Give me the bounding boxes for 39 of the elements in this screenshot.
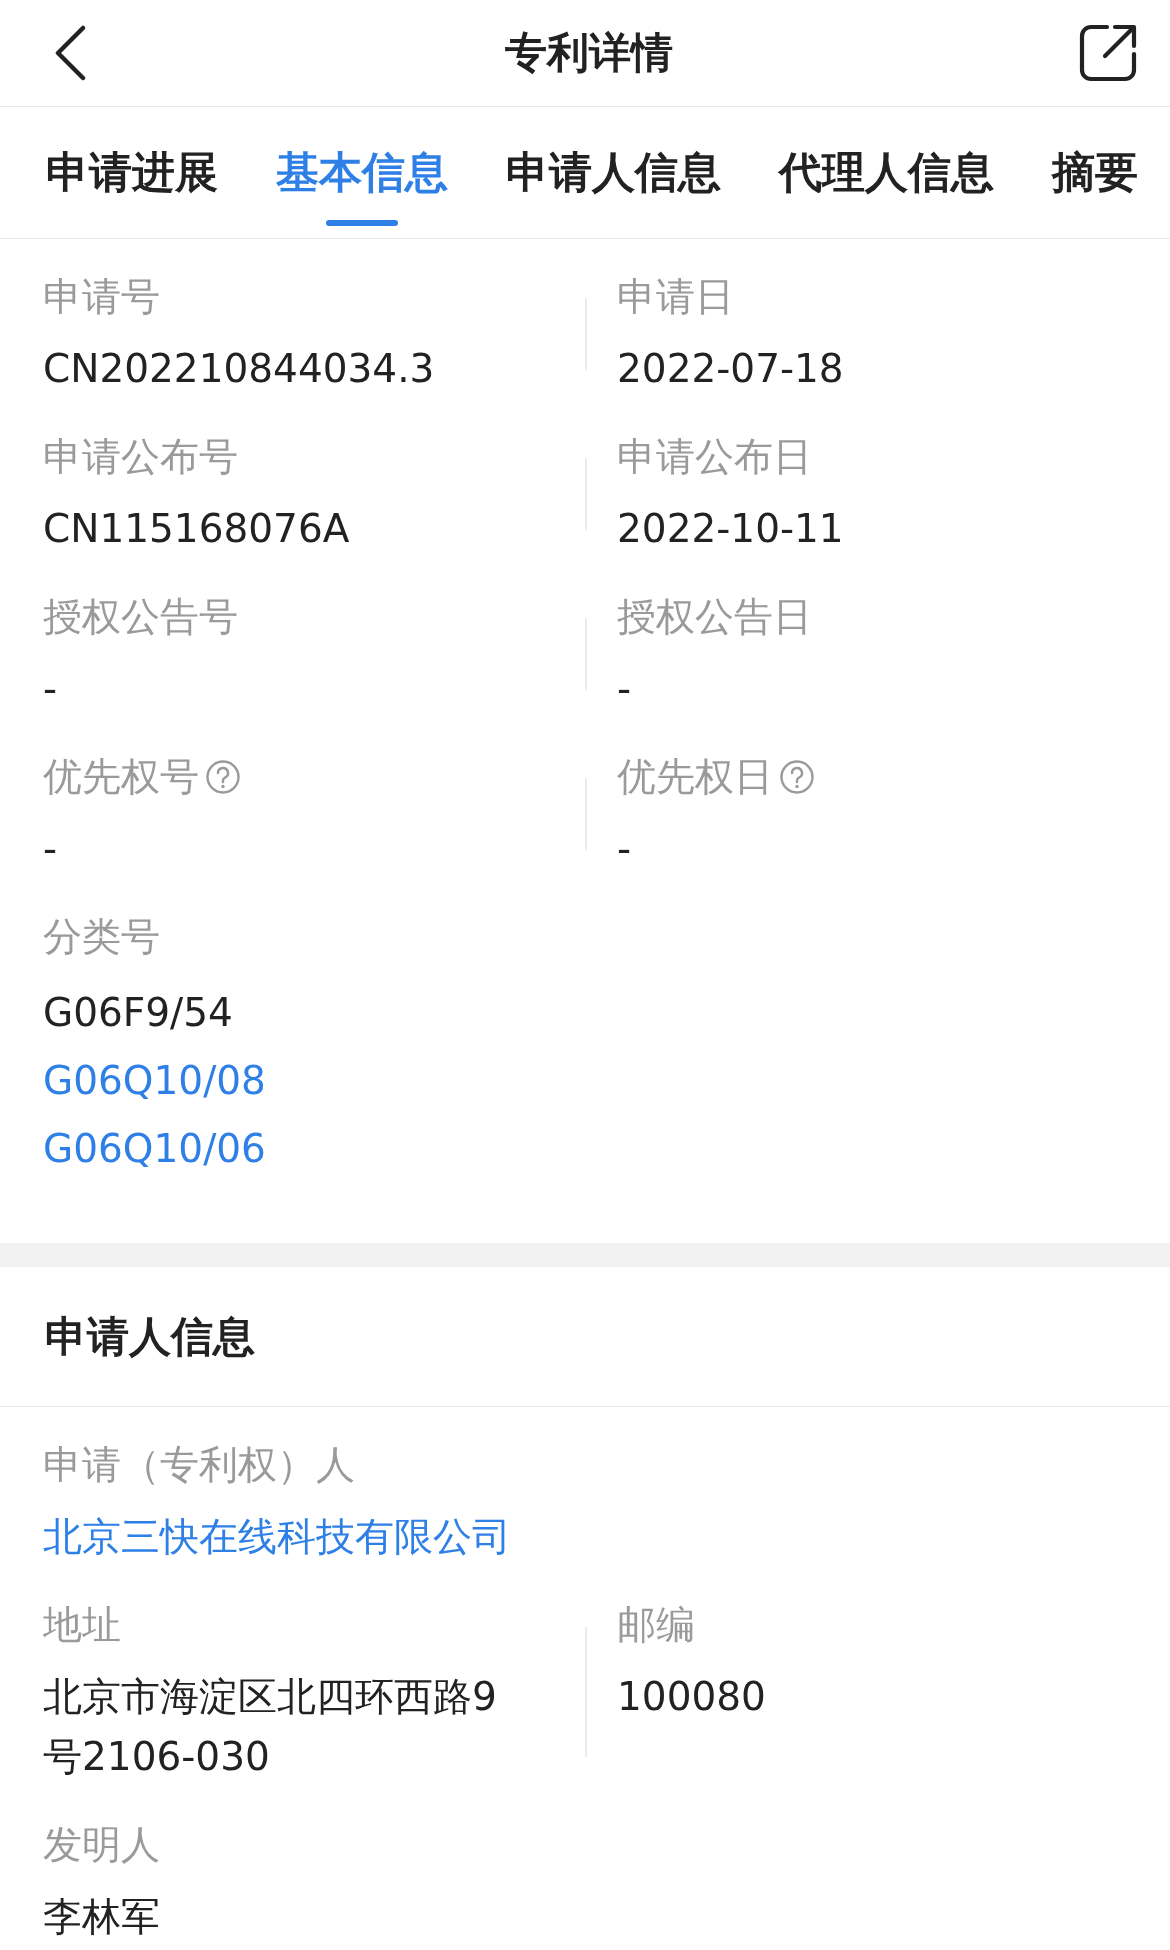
back-icon	[53, 25, 87, 81]
section-title: 申请人信息	[0, 1267, 1170, 1407]
field-label: 分类号	[43, 913, 161, 961]
field-label: 优先权号	[43, 753, 199, 801]
tab[interactable]: 申请进展	[46, 129, 218, 226]
applicant-link[interactable]: 北京三快在线科技有限公司	[43, 1507, 511, 1567]
field-value: 李林军	[43, 1893, 161, 1941]
field-label: 申请公布号	[43, 433, 238, 481]
field-value: 100080	[617, 1673, 767, 1721]
help-icon[interactable]	[205, 759, 241, 795]
field-value: -	[43, 825, 59, 873]
field-value: 北京市海淀区北四环西路9号2106-030	[43, 1673, 498, 1781]
field-label: 授权公告号	[43, 593, 238, 641]
tab[interactable]: 摘要	[1052, 129, 1138, 226]
field-value: G06F9/54	[43, 989, 234, 1037]
tab[interactable]: 基本信息	[276, 129, 448, 226]
field-value: CN115168076A	[43, 505, 351, 553]
tab[interactable]: 代理人信息	[779, 129, 994, 226]
help-icon[interactable]	[779, 759, 815, 795]
field-label: 申请（专利权）人	[43, 1441, 356, 1489]
field-label: 发明人	[43, 1821, 161, 1869]
tab[interactable]: 申请人信息	[506, 129, 721, 226]
page-title: 专利详情	[505, 27, 673, 79]
field-label: 申请公布日	[617, 433, 812, 481]
field-value: CN202210844034.3	[43, 345, 436, 393]
field-label: 申请号	[43, 273, 160, 321]
classification-link[interactable]: G06Q10/08	[43, 1047, 585, 1115]
share-icon	[1077, 22, 1139, 84]
field-value: -	[617, 825, 633, 873]
field-label: 优先权日	[617, 753, 773, 801]
field-value: -	[43, 665, 59, 713]
field-value: -	[617, 665, 633, 713]
field-value: 2022-07-18	[617, 345, 845, 393]
field-label: 授权公告日	[617, 593, 812, 641]
field-label: 地址	[43, 1601, 122, 1649]
field-label: 申请日	[617, 273, 734, 321]
classification-link[interactable]: G06Q10/06	[43, 1115, 585, 1183]
field-label: 邮编	[617, 1601, 696, 1649]
field-value: 2022-10-11	[617, 505, 845, 553]
